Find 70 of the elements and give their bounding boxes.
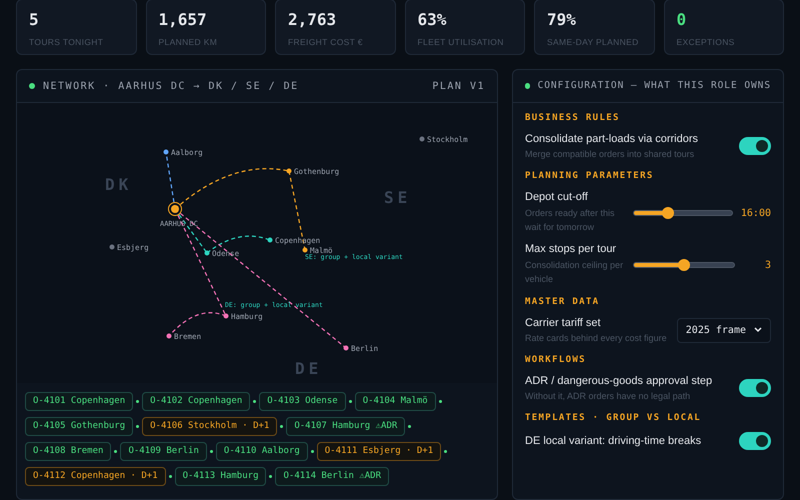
setting-hint: Consolidation ceiling per vehicle: [525, 259, 624, 286]
city-dot[interactable]: [164, 150, 168, 154]
order-chip[interactable]: O-4114 Berlin ⚠ADR: [275, 467, 390, 486]
slider-thumb[interactable]: [662, 207, 674, 219]
kpi-label: PLANNED KM: [158, 36, 218, 48]
setting-hint: Without it, ADR orders have no legal path: [525, 390, 692, 402]
kpi-value: 0: [676, 10, 688, 30]
region-label: SE: [384, 188, 412, 207]
setting-hint: Rate cards behind every cost figure: [525, 332, 667, 344]
setting-label: DE local variant: driving-time breaks: [525, 434, 702, 448]
order-chip[interactable]: O-4108 Bremen: [25, 442, 112, 461]
kpi-label: FLEET UTILISATION: [418, 36, 505, 48]
panel-title: NETWORK · AARHUS DC → DK / SE / DE: [43, 80, 299, 94]
slider-thumb[interactable]: [678, 259, 690, 271]
slider-reading: 16:00: [740, 207, 771, 221]
depot-marker[interactable]: [168, 202, 182, 216]
slider-track[interactable]: [633, 210, 733, 216]
toggle-switch[interactable]: [739, 432, 771, 450]
toggle-switch[interactable]: [739, 137, 771, 155]
setting-label: Max stops per tour: [525, 242, 618, 256]
city-dot[interactable]: [420, 136, 424, 142]
setting-label: Depot cut-off: [525, 190, 589, 204]
order-chip[interactable]: O-4111 Esbjerg · D+1: [316, 442, 442, 461]
kpi-value: 5: [29, 10, 40, 30]
setting-label: Consolidate part-loads via corridors: [525, 132, 698, 146]
panel-title: CONFIGURATION — WHAT THIS ROLE OWNS: [538, 78, 771, 93]
kpi-value: 79%: [547, 10, 577, 30]
order-chip[interactable]: O-4110 Aalborg: [216, 442, 308, 461]
order-chip[interactable]: O-4103 Odense: [259, 392, 346, 411]
chevron-down-icon: [754, 327, 762, 333]
section-heading: BUSINESS RULES: [525, 112, 621, 124]
kpi-label: SAME-DAY PLANNED: [547, 36, 640, 48]
section-heading: WORKFLOWS: [525, 354, 587, 366]
city-dot[interactable]: [302, 248, 308, 252]
setting-label: Carrier tariff set: [525, 316, 602, 330]
region-label: DK: [105, 175, 132, 194]
kpi-label: TOURS TONIGHT: [29, 36, 104, 48]
toggle-switch[interactable]: [739, 379, 771, 397]
order-chip[interactable]: O-4109 Berlin: [120, 442, 207, 461]
order-chip[interactable]: O-4113 Hamburg: [174, 467, 266, 486]
city-dot[interactable]: [268, 238, 272, 242]
setting-hint: Merge compatible orders into shared tours: [525, 148, 696, 160]
setting-hint: Orders ready after this wait for tomorrow: [525, 207, 616, 234]
section-heading: PLANNING PARAMETERS: [525, 170, 655, 182]
city-dot[interactable]: [166, 334, 172, 338]
city-dot[interactable]: [224, 314, 228, 318]
setting-label: ADR / dangerous-goods approval step: [525, 374, 712, 388]
slider-track[interactable]: [633, 262, 735, 268]
plan-label: PLAN V1: [432, 80, 485, 94]
section-heading: TEMPLATES · GROUP VS LOCAL: [525, 412, 702, 424]
order-chip[interactable]: O-4102 Copenhagen: [142, 392, 250, 411]
slider-reading: 3: [764, 259, 771, 273]
city-dot[interactable]: [110, 244, 114, 250]
city-dot[interactable]: [344, 346, 348, 350]
order-chip[interactable]: O-4107 Hamburg ⚠ADR: [286, 417, 406, 436]
city-dot[interactable]: [204, 250, 210, 256]
order-chip[interactable]: O-4106 Stockholm · D+1: [142, 417, 278, 436]
kpi-value: 63%: [418, 10, 448, 30]
kpi-label: EXCEPTIONS: [676, 36, 736, 48]
kpi-value: 1,657: [158, 10, 208, 30]
region-label: DE: [295, 359, 322, 378]
city-dot[interactable]: [286, 168, 292, 174]
kpi-value: 2,763: [288, 10, 338, 30]
section-heading: MASTER DATA: [525, 296, 600, 308]
order-chip[interactable]: O-4101 Copenhagen: [25, 392, 134, 411]
order-chip[interactable]: O-4104 Malmö: [354, 392, 436, 411]
kpi-label: FREIGHT COST €: [288, 36, 364, 48]
order-chip[interactable]: O-4105 Gothenburg: [25, 417, 134, 436]
order-chip[interactable]: O-4112 Copenhagen · D+1: [25, 467, 166, 486]
tariff-select[interactable]: 2025 frame: [676, 318, 771, 342]
